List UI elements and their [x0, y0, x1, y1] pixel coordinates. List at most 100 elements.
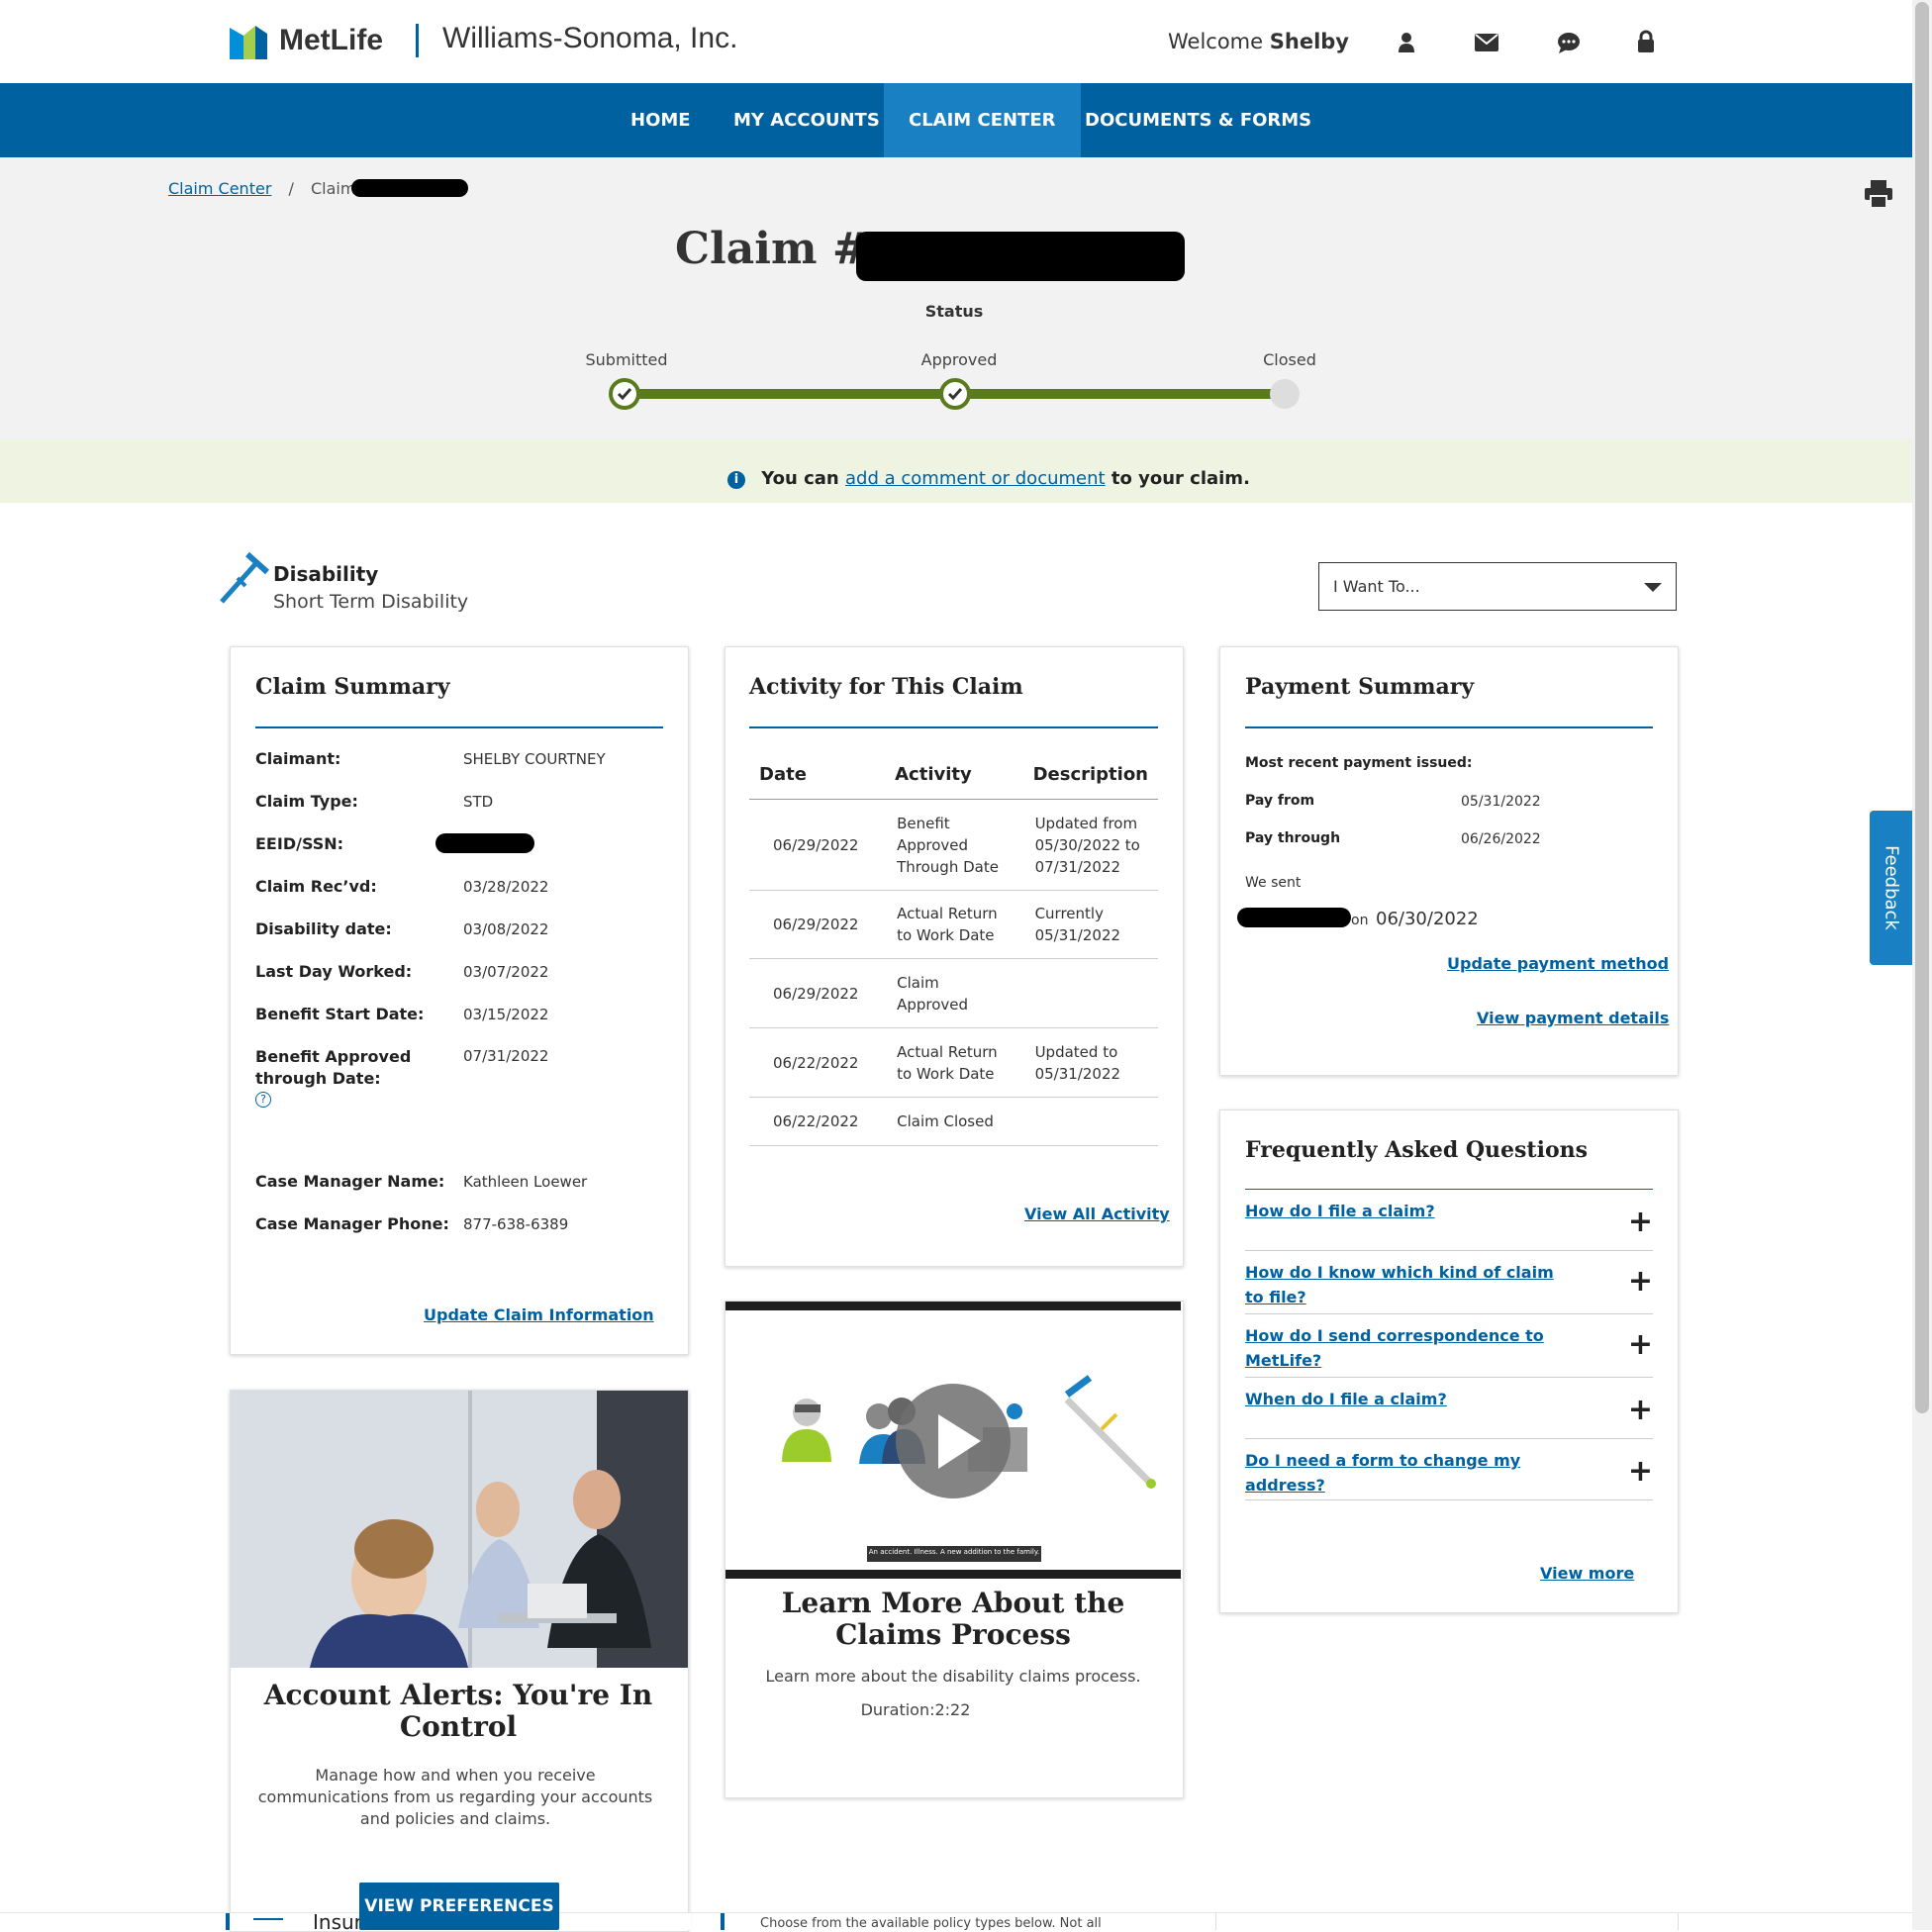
chevron-down-icon	[1644, 583, 1662, 592]
row-activity: Actual Return to Work Date	[885, 890, 1023, 959]
chat-icon[interactable]	[1557, 32, 1581, 53]
i-want-to-label: I Want To...	[1333, 577, 1420, 596]
pay-through-value: 06/26/2022	[1461, 831, 1541, 847]
notice-text: i You can add a comment or document to y…	[727, 468, 1250, 489]
col-date: Date	[749, 750, 886, 800]
breadcrumb-claim-center[interactable]: Claim Center	[168, 179, 271, 198]
notice-after: to your claim.	[1111, 468, 1250, 489]
bottom-card-middle: Choose from the available policy types b…	[721, 1912, 1186, 1930]
step-label-closed: Closed	[1263, 350, 1316, 369]
card-divider	[1245, 1189, 1653, 1190]
alerts-body: Manage how and when you receive communic…	[257, 1766, 653, 1828]
table-row: 06/29/2022 Claim Approved	[749, 958, 1158, 1028]
faq-item[interactable]: How do I know which kind of claim to fil…	[1245, 1252, 1653, 1314]
person-icon[interactable]	[1396, 32, 1417, 53]
benefit-approved-label: Benefit Approved through Date:	[255, 1047, 412, 1088]
faq-item[interactable]: When do I file a claim? +	[1245, 1379, 1653, 1439]
row-activity: Benefit Approved Through Date	[885, 799, 1023, 891]
faq-question[interactable]: How do I file a claim?	[1245, 1199, 1572, 1223]
video-description: Learn more about the disability claims p…	[765, 1667, 1141, 1686]
nav-documents-forms[interactable]: DOCUMENTS & FORMS	[1060, 83, 1336, 157]
bottom-card-right	[1215, 1912, 1679, 1930]
nav-claim-center[interactable]: CLAIM CENTER	[884, 83, 1081, 157]
step-label-submitted: Submitted	[585, 350, 668, 369]
bottom-shadow-line	[0, 1912, 1912, 1913]
faq-question[interactable]: When do I file a claim?	[1245, 1387, 1572, 1411]
claimant-value: SHELBY COURTNEY	[463, 750, 606, 768]
row-description: Currently 05/31/2022	[1022, 890, 1158, 959]
faq-view-more-link[interactable]: View more	[1540, 1564, 1634, 1583]
plus-icon[interactable]: +	[1628, 1393, 1653, 1427]
benefit-approved-value: 07/31/2022	[463, 1047, 549, 1065]
redacted-claim-number	[351, 179, 468, 197]
row-description	[1022, 958, 1158, 1028]
eeid-label: EEID/SSN:	[255, 834, 344, 853]
faq-item[interactable]: Do I need a form to change my address? +	[1245, 1440, 1653, 1500]
faq-item[interactable]: How do I file a claim? +	[1245, 1191, 1653, 1251]
plus-icon[interactable]: +	[1628, 1327, 1653, 1362]
help-icon[interactable]: ?	[255, 1092, 271, 1108]
metlife-logo[interactable]: MetLife	[230, 22, 388, 61]
case-manager-phone-value: 877-638-6389	[463, 1215, 569, 1233]
claim-summary-title: Claim Summary	[255, 674, 450, 700]
view-preferences-button-overlay[interactable]: VIEW PREFERENCES	[359, 1883, 559, 1930]
redacted-amount	[1237, 908, 1351, 927]
table-row: 06/22/2022 Actual Return to Work Date Up…	[749, 1027, 1158, 1098]
alerts-title: Account Alerts: You're In Control	[263, 1679, 653, 1743]
case-manager-name-label: Case Manager Name:	[255, 1172, 445, 1191]
faq-question[interactable]: How do I send correspondence to MetLife?	[1245, 1323, 1572, 1373]
update-claim-info-link[interactable]: Update Claim Information	[424, 1305, 654, 1324]
faq-question[interactable]: How do I know which kind of claim to fil…	[1245, 1260, 1572, 1309]
nav-my-accounts[interactable]: MY ACCOUNTS	[709, 83, 905, 157]
table-row: 06/22/2022 Claim Closed	[749, 1097, 1158, 1146]
plus-icon[interactable]: +	[1628, 1454, 1653, 1489]
add-comment-link[interactable]: add a comment or document	[845, 468, 1106, 489]
disability-date-value: 03/08/2022	[463, 920, 549, 938]
pay-from-value: 05/31/2022	[1461, 794, 1541, 810]
video-duration: Duration:2:22	[860, 1700, 971, 1719]
redacted-ssn	[435, 833, 534, 853]
user-name: Shelby	[1269, 30, 1349, 53]
claimant-label: Claimant:	[255, 749, 341, 768]
breadcrumb-current: Claim	[310, 179, 356, 198]
main-nav: HOME MY ACCOUNTS CLAIM CENTER DOCUMENTS …	[0, 83, 1912, 157]
lock-icon[interactable]	[1636, 30, 1656, 53]
video-thumbnail	[782, 1375, 1156, 1562]
header-divider	[416, 24, 419, 57]
view-payment-details-link[interactable]: View payment details	[1477, 1009, 1669, 1027]
claim-received-label: Claim Rec’vd:	[255, 877, 377, 896]
recent-payment-label: Most recent payment issued:	[1245, 755, 1473, 771]
scrollbar-thumb[interactable]	[1915, 2, 1929, 1413]
row-description	[1022, 1097, 1158, 1146]
case-manager-name-value: Kathleen Loewer	[463, 1173, 588, 1191]
faq-title: Frequently Asked Questions	[1245, 1137, 1589, 1163]
col-activity: Activity	[885, 750, 1023, 800]
video-player[interactable]: An accident. Illness. A new addition to …	[725, 1302, 1181, 1579]
breadcrumb: Claim Center / Claim	[168, 179, 355, 198]
view-all-activity-link[interactable]: View All Activity	[1024, 1205, 1170, 1223]
row-description: Updated from 05/30/2022 to 07/31/2022	[1022, 799, 1158, 891]
pay-from-label: Pay from	[1245, 793, 1315, 809]
plus-icon[interactable]: +	[1628, 1264, 1653, 1299]
faq-question[interactable]: Do I need a form to change my address?	[1245, 1448, 1572, 1497]
activity-header-row: Date Activity Description	[749, 750, 1158, 800]
row-activity: Actual Return to Work Date	[885, 1027, 1023, 1098]
nav-home[interactable]: HOME	[606, 83, 716, 157]
feedback-tab[interactable]: Feedback	[1870, 811, 1912, 965]
claim-type-label: Claim Type:	[255, 792, 358, 811]
benefit-start-value: 03/15/2022	[463, 1006, 549, 1023]
mail-icon[interactable]	[1475, 34, 1498, 51]
print-icon[interactable]	[1863, 178, 1894, 210]
faq-item[interactable]: How do I send correspondence to MetLife?…	[1245, 1315, 1653, 1378]
table-row: 06/29/2022 Benefit Approved Through Date…	[749, 799, 1158, 891]
i-want-to-dropdown[interactable]: I Want To...	[1318, 562, 1677, 611]
pay-through-label: Pay through	[1245, 830, 1341, 846]
plus-icon[interactable]: +	[1628, 1205, 1653, 1239]
update-payment-method-link[interactable]: Update payment method	[1447, 954, 1669, 973]
card-divider	[749, 726, 1158, 728]
welcome-label: Welcome	[1168, 30, 1264, 53]
metlife-logo-icon	[230, 26, 267, 59]
row-date: 06/29/2022	[749, 799, 886, 891]
notice-before: You can	[761, 468, 839, 489]
payment-title: Payment Summary	[1245, 674, 1475, 700]
